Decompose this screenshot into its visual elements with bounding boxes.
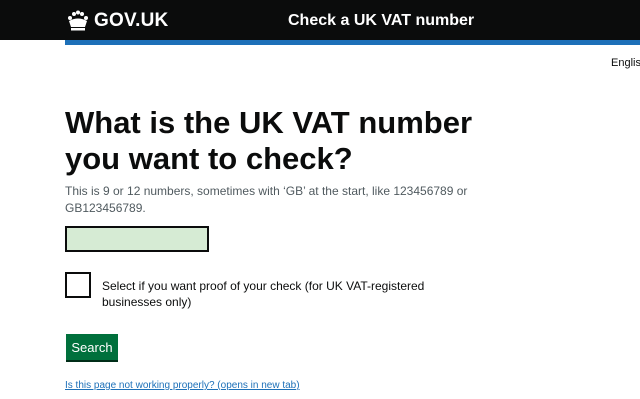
search-button[interactable]: Search (66, 334, 118, 360)
site-header: GOV.UK Check a UK VAT number (0, 0, 640, 40)
service-name-link[interactable]: Check a UK VAT number (288, 12, 474, 30)
proof-checkbox[interactable] (65, 272, 91, 298)
vat-number-hint: This is 9 or 12 numbers, sometimes with … (65, 184, 468, 215)
logo-text: GOV.UK (94, 10, 169, 31)
language-toggle-link[interactable]: English (611, 57, 640, 69)
proof-checkbox-label[interactable]: Select if you want proof of your check (… (102, 278, 462, 310)
vat-number-input[interactable] (65, 226, 209, 252)
govuk-logo-link[interactable]: GOV.UK (66, 8, 168, 34)
header-blue-stripe (65, 40, 640, 45)
crown-icon (66, 10, 90, 32)
page-title: What is the UK VAT number you want to ch… (65, 105, 473, 176)
report-problem-link[interactable]: Is this page not working properly? (open… (65, 380, 300, 391)
